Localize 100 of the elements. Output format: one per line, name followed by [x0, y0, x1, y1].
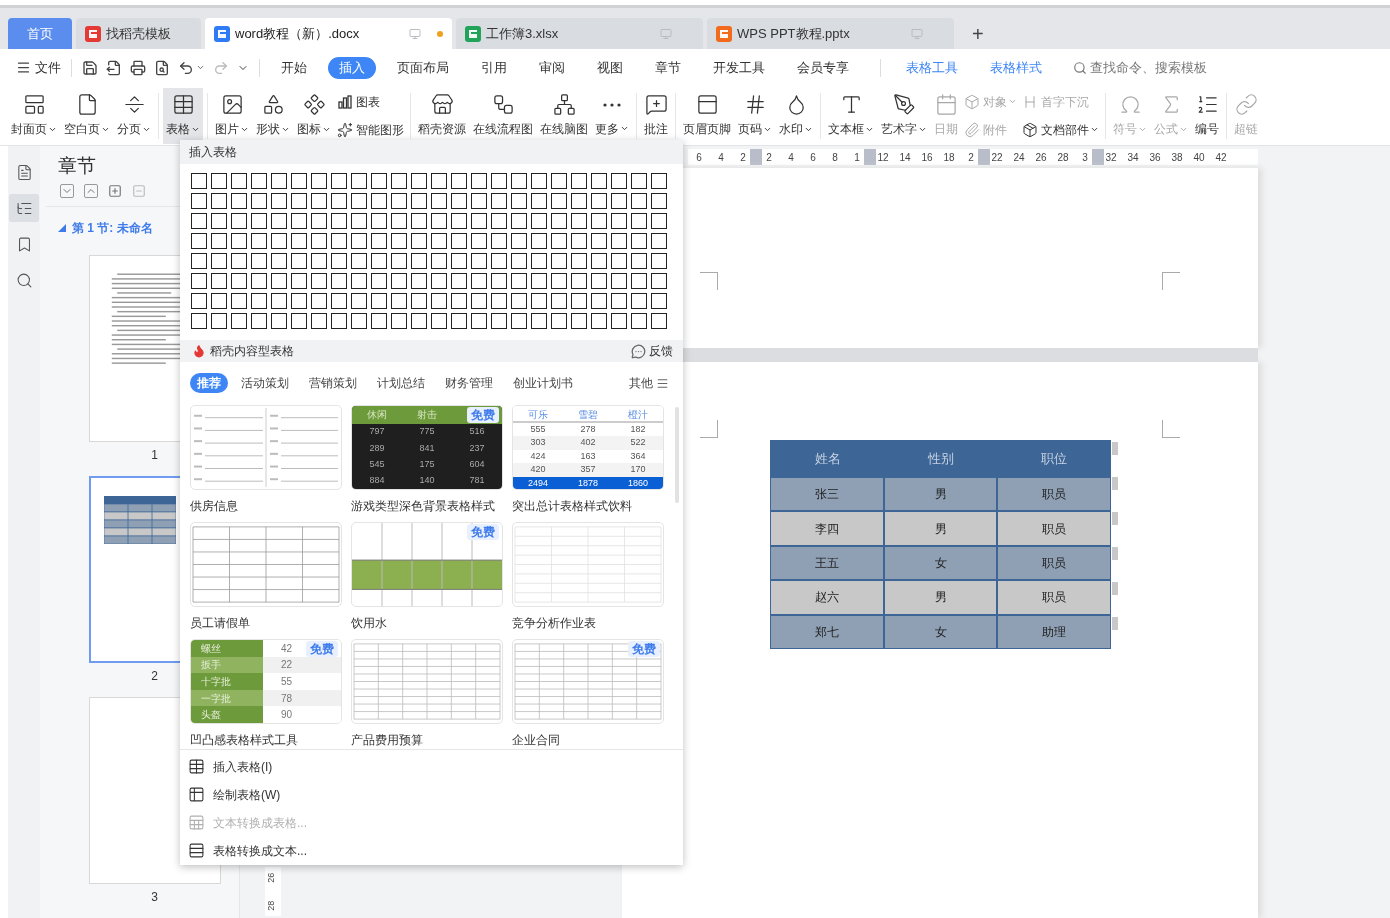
template-thumbnail[interactable]: 免费	[512, 638, 664, 724]
redo-icon[interactable]	[213, 59, 229, 76]
ribbon-button[interactable]: 艺术字	[878, 87, 930, 144]
template-thumbnail[interactable]	[351, 638, 503, 724]
undo-icon[interactable]	[178, 59, 194, 76]
ribbon-tab[interactable]: 视图	[586, 56, 634, 79]
file-menu[interactable]: 文件	[16, 57, 61, 78]
ribbon-tab[interactable]: 审阅	[528, 56, 576, 79]
document-tab[interactable]: WPS PPT教程.pptx	[707, 18, 954, 49]
category-tab[interactable]: 创业计划书	[506, 373, 580, 394]
export-icon[interactable]	[106, 59, 122, 76]
menu-icon	[656, 376, 669, 390]
presentation-logo-icon	[716, 25, 732, 42]
ribbon-button[interactable]: 图表	[337, 90, 404, 113]
flowchart-icon	[491, 93, 515, 116]
document-tab[interactable]: 工作簿3.xlsx	[456, 18, 703, 49]
feedback-button[interactable]: 反馈	[631, 342, 673, 361]
ruler-marker[interactable]	[750, 149, 762, 165]
ribbon-button[interactable]: 图片	[212, 87, 252, 144]
ruler-label: 8	[831, 150, 839, 165]
template-thumbnail[interactable]: 免费	[351, 521, 503, 607]
smart-art-icon	[337, 121, 353, 138]
category-tab[interactable]: 财务管理	[438, 373, 500, 394]
ribbon-button[interactable]: 在线脑图	[537, 87, 591, 144]
template-thumbnail[interactable]	[190, 404, 342, 490]
sidebar-tool[interactable]	[9, 194, 39, 222]
expand-icon[interactable]	[84, 184, 98, 198]
ribbon-tab[interactable]: 表格工具	[895, 56, 969, 79]
category-tab[interactable]: 推荐	[190, 373, 228, 394]
header-footer-icon	[695, 93, 719, 116]
template-thumbnail[interactable]: 休闲 射击 797 775 516 289 841 237 545 175 604 884 140 781 免费	[351, 404, 503, 490]
ribbon-button[interactable]: 水印	[776, 87, 816, 144]
collapse-icon[interactable]	[60, 184, 74, 198]
template-thumbnail[interactable]	[512, 521, 664, 607]
template-thumbnail[interactable]	[190, 521, 342, 607]
ruler-label: 2	[765, 150, 773, 165]
ribbon-button[interactable]: 形状	[253, 87, 293, 144]
thumbnail-text: 289	[368, 441, 386, 455]
ribbon-tab[interactable]: 开始	[270, 56, 318, 79]
caret-icon[interactable]	[196, 63, 205, 72]
ribbon-tab[interactable]: 会员专享	[786, 56, 860, 79]
ribbon-button[interactable]: 文本框	[825, 87, 877, 144]
template-thumbnail[interactable]: 螺丝 42 扳手 22 十字批 55 一字批 78 头盔 90 免费	[190, 638, 342, 724]
ribbon-button[interactable]: 智能图形	[337, 118, 404, 141]
ribbon-button[interactable]: 页码	[735, 87, 775, 144]
save-icon[interactable]	[82, 59, 98, 76]
ruler-label: 28	[265, 900, 278, 911]
ruler-marker[interactable]	[864, 149, 876, 165]
ruler-marker[interactable]	[978, 149, 990, 165]
ribbon-button[interactable]: 表格	[163, 87, 203, 144]
ribbon-button[interactable]: 页眉页脚	[680, 87, 734, 144]
category-tab[interactable]: 营销策划	[302, 373, 364, 394]
ribbon-button[interactable]: 分页	[114, 87, 154, 144]
add-section-icon[interactable]	[108, 184, 122, 198]
print-icon[interactable]	[130, 59, 146, 76]
ribbon-tab[interactable]: 引用	[470, 56, 518, 79]
ribbon-tab[interactable]: 开发工具	[702, 56, 776, 79]
ribbon-button[interactable]: 在线流程图	[470, 87, 536, 144]
ribbon-button[interactable]: 文档部件	[1022, 118, 1099, 141]
remove-section-icon[interactable]	[132, 184, 146, 198]
template-thumbnail[interactable]: 可乐 雪碧 橙汁 555 278 182 303 402 522 424 163 364 420 357 170 2494 1878 1860	[512, 404, 664, 490]
symbol-icon	[1118, 93, 1142, 116]
cover-page-icon	[22, 93, 46, 116]
caret-icon	[1090, 125, 1099, 134]
category-tab[interactable]: 活动策划	[234, 373, 296, 394]
ruler-marker[interactable]	[1092, 149, 1104, 165]
more-categories-button[interactable]: 其他	[629, 374, 669, 393]
ribbon-tab[interactable]: 表格样式	[979, 56, 1053, 79]
ruler-label: 2	[739, 150, 747, 165]
ribbon-tab[interactable]: 插入	[328, 56, 376, 79]
ruler-label: 16	[920, 150, 934, 165]
ribbon-button[interactable]: 封面页	[8, 87, 60, 144]
print-preview-icon[interactable]	[154, 59, 170, 76]
thumbnail-text: 螺丝	[191, 639, 263, 657]
ruler-label: 24	[1012, 150, 1026, 165]
command-search-field[interactable]: 查找命令、搜索模板	[1073, 57, 1207, 78]
thumbnail-text: 775	[418, 425, 436, 439]
ribbon-button[interactable]: 编号	[1192, 87, 1222, 144]
menu-item[interactable]: 表格转换成文本...	[180, 837, 683, 865]
ribbon-button[interactable]: 图标	[294, 87, 334, 144]
document-tab[interactable]: word教程（新）.docx	[205, 18, 452, 49]
menu-item[interactable]: 插入表格(I)	[180, 753, 683, 781]
menu-item[interactable]: 绘制表格(W)	[180, 781, 683, 809]
ribbon-button[interactable]: 空白页	[61, 87, 113, 144]
ruler-label: 14	[898, 150, 912, 165]
ribbon-tab[interactable]: 章节	[644, 56, 692, 79]
ruler-label: 26	[265, 872, 278, 883]
category-tab[interactable]: 计划总结	[370, 373, 432, 394]
document-tab[interactable]: 找稻壳模板	[76, 18, 201, 49]
ribbon-button[interactable]: 批注	[641, 87, 671, 144]
new-tab-button[interactable]: +	[958, 18, 998, 49]
thumbnail-text: 424	[529, 449, 547, 463]
section-item[interactable]: 第 1 节: 未命名	[40, 207, 239, 237]
hyperlink-icon	[1234, 93, 1258, 116]
thumbnail-text: 140	[418, 474, 436, 488]
ribbon-button[interactable]: 稻壳资源	[415, 87, 469, 144]
ruler-label: 42	[1214, 150, 1228, 165]
ribbon-tab[interactable]: 页面布局	[386, 56, 460, 79]
thumbnail-text: 797	[368, 425, 386, 439]
ruler-label: 18	[942, 150, 956, 165]
